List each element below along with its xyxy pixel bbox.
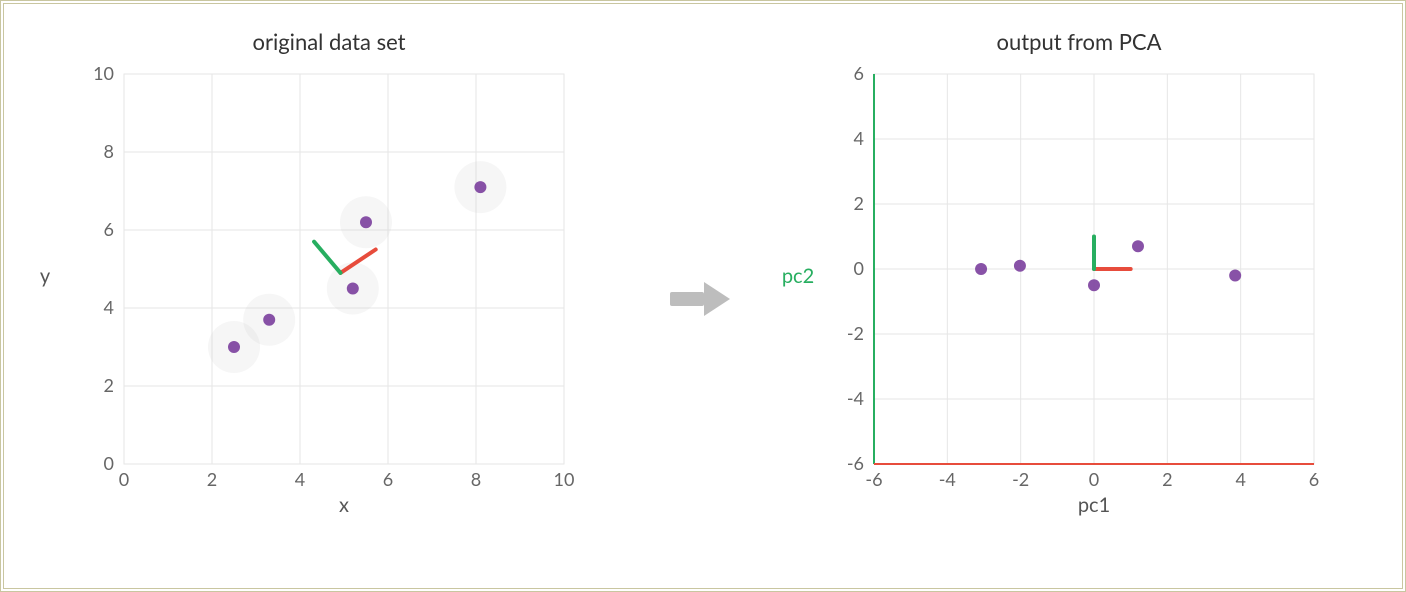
data-point[interactable] (360, 216, 372, 228)
y-tick-label: -4 (847, 387, 864, 409)
x-tick-label: -2 (1012, 468, 1029, 490)
y-tick-label: 0 (854, 257, 864, 279)
left-yticks: 0 2 4 6 8 10 (93, 62, 114, 474)
y-tick-label: -6 (847, 452, 864, 474)
x-tick-label: 4 (295, 468, 305, 490)
pca-figure: original data set 0 2 4 6 8 10 0 2 4 6 8 10 x y ou… (4, 4, 1402, 588)
data-point[interactable] (263, 314, 275, 326)
x-tick-label: 0 (119, 468, 129, 490)
left-point-halos (208, 161, 506, 373)
pc2-vector (314, 242, 340, 273)
right-x-axis-label: pc1 (1078, 493, 1110, 517)
y-tick-label: 2 (854, 192, 864, 214)
x-tick-label: 8 (471, 468, 481, 490)
right-yticks: -6 -4 -2 0 2 4 6 (847, 62, 864, 474)
right-xticks: -6 -4 -2 0 2 4 6 (865, 468, 1319, 490)
x-tick-label: 10 (554, 468, 575, 490)
figure-frame: original data set 0 2 4 6 8 10 0 2 4 6 8 10 x y ou… (0, 0, 1406, 592)
data-point (1229, 270, 1241, 282)
data-point (1132, 240, 1144, 252)
y-tick-label: -2 (847, 322, 864, 344)
x-tick-label: 6 (1309, 468, 1319, 490)
right-scatter-points (975, 240, 1241, 291)
transform-arrow-icon (664, 274, 734, 328)
data-point[interactable] (347, 283, 359, 295)
x-tick-label: 2 (207, 468, 217, 490)
x-tick-label: -6 (865, 468, 882, 490)
data-point (1088, 279, 1100, 291)
y-tick-label: 6 (854, 62, 864, 84)
figure-inner-frame: original data set 0 2 4 6 8 10 0 2 4 6 8 10 x y ou… (3, 3, 1403, 589)
left-xticks: 0 2 4 6 8 10 (119, 468, 575, 490)
data-point[interactable] (474, 181, 486, 193)
x-tick-label: -4 (939, 468, 956, 490)
y-tick-label: 0 (104, 452, 114, 474)
left-y-axis-label: y (30, 264, 60, 288)
data-point (1014, 260, 1026, 272)
right-chart-title: output from PCA (834, 28, 1324, 55)
left-chart-title: original data set (84, 28, 574, 55)
x-tick-label: 4 (1235, 468, 1245, 490)
left-x-axis-label: x (339, 493, 349, 517)
data-point (975, 263, 987, 275)
data-point[interactable] (228, 341, 240, 353)
x-tick-label: 0 (1089, 468, 1099, 490)
right-chart-svg: -6-4-20246 -6-4-20246 pc1 (834, 64, 1324, 504)
x-tick-label: 2 (1162, 468, 1172, 490)
left-chart-svg: 0246810 0246810 x (84, 64, 574, 504)
left-panel: original data set 0246810 0246810 x y (84, 64, 574, 504)
y-tick-label: 8 (104, 140, 114, 162)
x-tick-label: 6 (383, 468, 393, 490)
y-tick-label: 2 (104, 374, 114, 396)
right-panel: output from PCA -6-4-20246 -6-4-20246 pc… (834, 64, 1324, 504)
right-pc-vectors (1094, 237, 1131, 270)
right-y-axis-label: pc2 (778, 264, 818, 288)
y-tick-label: 6 (104, 218, 114, 240)
y-tick-label: 10 (93, 62, 114, 84)
y-tick-label: 4 (104, 296, 114, 318)
y-tick-label: 4 (854, 127, 864, 149)
